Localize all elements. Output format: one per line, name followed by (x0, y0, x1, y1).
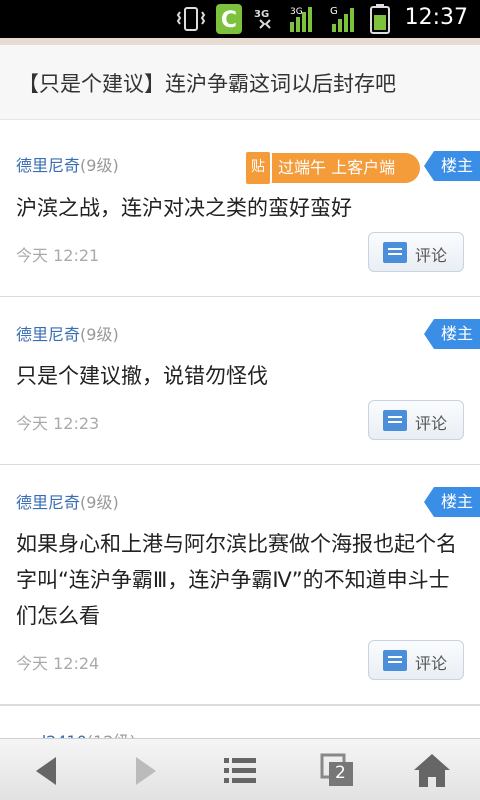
post-author[interactable]: 德里尼奇(9级) (16, 489, 119, 513)
tabs-count: 2 (335, 763, 346, 783)
post-content: 如果身心和上港与阿尔滨比赛做个海报也起个名字叫“连沪争霸Ⅲ，连沪争霸Ⅳ”的不知道… (16, 532, 457, 628)
comment-icon (383, 242, 407, 263)
home-icon[interactable] (410, 749, 454, 793)
signal-3g-icon: 3G (290, 7, 312, 32)
forward-arrow-icon[interactable] (124, 749, 168, 793)
svg-text:3G: 3G (254, 9, 269, 20)
comment-label: 评论 (415, 414, 448, 433)
author-name[interactable]: 德里尼奇 (16, 325, 80, 344)
vibrate-icon (176, 7, 206, 31)
tieba-icon[interactable]: 贴 (244, 150, 272, 186)
post-time: 今天 12:24 (16, 654, 100, 673)
thread-starter-badge: 楼主 (424, 319, 480, 349)
comment-icon (383, 410, 407, 431)
data-3g-icon: 3G (254, 9, 271, 29)
post-time: 今天 12:23 (16, 414, 100, 433)
comment-button[interactable]: 评论 (368, 400, 464, 440)
thread-title: 【只是个建议】连沪争霸这词以后封存吧 (18, 72, 396, 96)
svg-text:G: G (330, 6, 338, 17)
post-item: 德里尼奇(9级) 楼主 只是个建议撤，说错勿怪伐 今天 12:23 评论 (0, 297, 480, 465)
post-item: 德里尼奇(9级) 楼主 如果身心和上港与阿尔滨比赛做个海报也起个名字叫“连沪争霸… (0, 465, 480, 705)
menu-list-icon[interactable] (218, 749, 262, 793)
post-author[interactable]: 德里尼奇(9级) (16, 152, 119, 176)
comment-label: 评论 (415, 246, 448, 265)
title-strip (0, 38, 480, 45)
signal-g-icon: G (330, 6, 354, 32)
comment-label: 评论 (415, 654, 448, 673)
battery-icon (370, 4, 390, 34)
post-content: 只是个建议撤，说错勿怪伐 (16, 364, 268, 388)
bottom-toolbar: 2 (0, 738, 480, 800)
post-time: 今天 12:21 (16, 246, 100, 265)
back-arrow-icon[interactable] (24, 749, 68, 793)
comment-icon (383, 650, 407, 671)
post-item: 德里尼奇(9级) 楼主 沪滨之战，连沪对决之类的蛮好蛮好 今天 12:21 评论 (0, 120, 480, 297)
app-c-icon: C (216, 4, 242, 34)
tabs-button[interactable]: 2 (316, 749, 360, 793)
author-level: (9级) (80, 493, 119, 512)
status-bar: C 3G 3G G 12:37 (0, 0, 480, 38)
svg-text:C: C (221, 8, 237, 33)
comment-button[interactable]: 评论 (368, 640, 464, 680)
thread-starter-badge: 楼主 (424, 151, 480, 181)
post-content: 沪滨之战，连沪对决之类的蛮好蛮好 (16, 196, 352, 220)
post-author[interactable]: 德里尼奇(9级) (16, 321, 119, 345)
comment-button[interactable]: 评论 (368, 232, 464, 272)
status-time: 12:37 (404, 5, 468, 30)
thread-starter-badge: 楼主 (424, 487, 480, 517)
svg-text:3G: 3G (290, 7, 303, 17)
author-level: (9级) (80, 325, 119, 344)
author-name[interactable]: 德里尼奇 (16, 156, 80, 175)
author-level: (9级) (80, 156, 119, 175)
author-name[interactable]: 德里尼奇 (16, 493, 80, 512)
